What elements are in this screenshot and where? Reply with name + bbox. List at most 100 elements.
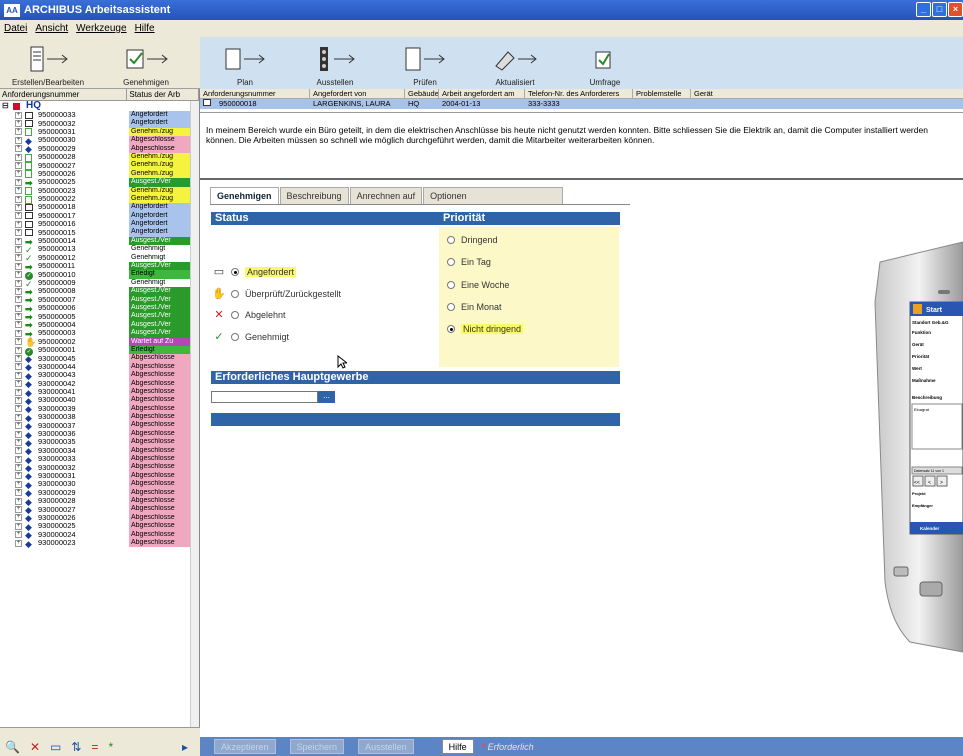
tree-scrollbar[interactable] (190, 101, 199, 731)
tab-description[interactable]: Beschreibung (279, 187, 349, 204)
approve-button[interactable]: Genehmigen (96, 37, 196, 89)
menu-hilfe[interactable]: Hilfe (135, 23, 155, 34)
help-button[interactable]: Hilfe (441, 739, 474, 754)
expand-toggle-icon[interactable]: + (15, 329, 22, 337)
tree-root[interactable]: ⊟ HQ (0, 101, 199, 111)
expand-toggle-icon[interactable]: + (15, 237, 22, 245)
menu-datei[interactable]: Datei (4, 23, 27, 34)
radio-reviewed[interactable] (231, 289, 239, 298)
save-button[interactable]: Speichern (289, 739, 345, 754)
expand-toggle-icon[interactable]: + (15, 120, 22, 128)
radio-urgent[interactable] (447, 236, 455, 244)
expand-toggle-icon[interactable]: + (15, 313, 22, 321)
priority-not-urgent[interactable]: Nicht dringend (443, 324, 524, 334)
expand-toggle-icon[interactable]: + (15, 371, 22, 379)
th-request-number[interactable]: Anforderungsnummer (200, 89, 310, 98)
trade-lookup-button[interactable]: ... (318, 391, 335, 403)
expand-toggle-icon[interactable]: + (15, 388, 22, 396)
expand-icon[interactable]: ▸ (182, 740, 188, 754)
expand-toggle-icon[interactable]: + (15, 489, 22, 497)
expand-toggle-icon[interactable]: + (15, 162, 22, 170)
expand-toggle-icon[interactable]: + (15, 363, 22, 371)
radio-rejected[interactable] (231, 310, 239, 319)
expand-toggle-icon[interactable]: + (15, 254, 22, 262)
folder-icon[interactable]: ▭ (50, 740, 61, 754)
check-button[interactable]: Prüfen (380, 37, 470, 89)
tab-approve[interactable]: Genehmigen (210, 187, 279, 204)
issue-button[interactable]: Ausstellen (290, 37, 380, 89)
col-request-number[interactable]: Anforderungsnummer (0, 89, 128, 100)
expand-toggle-icon[interactable]: + (15, 287, 22, 295)
close-icon[interactable]: × (948, 2, 963, 17)
expand-toggle-icon[interactable]: + (15, 380, 22, 388)
expand-toggle-icon[interactable]: + (15, 245, 22, 253)
survey-button[interactable]: Umfrage (560, 37, 650, 89)
expand-toggle-icon[interactable]: + (15, 480, 22, 488)
issue-bottom-button[interactable]: Ausstellen (358, 739, 414, 754)
tree-row[interactable]: +950000023 Genehm./zug (0, 186, 199, 196)
plan-button[interactable]: Plan (200, 37, 290, 89)
expand-toggle-icon[interactable]: + (15, 455, 22, 463)
expand-toggle-icon[interactable]: + (15, 212, 22, 220)
tree-row[interactable]: +950000018 Angefordert (0, 203, 199, 212)
radio-approved[interactable] (231, 332, 239, 341)
expand-toggle-icon[interactable]: + (15, 506, 22, 514)
expand-toggle-icon[interactable]: + (15, 321, 22, 329)
expand-toggle-icon[interactable]: + (15, 187, 22, 195)
expand-toggle-icon[interactable]: + (15, 346, 22, 354)
expand-toggle-icon[interactable]: + (15, 430, 22, 438)
th-phone[interactable]: Telefon-Nr. des Anforderers (525, 89, 633, 98)
tree-row[interactable]: + ➡ 950000025 Ausgest./Ver (0, 178, 199, 187)
priority-one-week[interactable]: Eine Woche (443, 280, 509, 290)
tree-row[interactable]: +950000027 Genehm./zug (0, 161, 199, 171)
tab-charge-to[interactable]: Anrechnen auf (349, 187, 423, 204)
expand-toggle-icon[interactable]: + (15, 438, 22, 446)
tab-options[interactable]: Optionen (423, 187, 564, 204)
expand-toggle-icon[interactable]: + (15, 178, 22, 186)
expand-toggle-icon[interactable]: + (15, 413, 22, 421)
tree-row[interactable]: + ◆ 950000029 Abgeschlosse (0, 144, 199, 154)
create-edit-button[interactable]: Erstellen/Bearbeiten (0, 37, 96, 89)
radio-requested[interactable] (231, 267, 239, 276)
tree-row[interactable]: +950000028 Genehm./zug (0, 152, 199, 162)
expand-toggle-icon[interactable]: + (15, 128, 22, 136)
menu-werkzeuge[interactable]: Werkzeuge (76, 23, 126, 34)
expand-toggle-icon[interactable]: + (15, 405, 22, 413)
th-building[interactable]: Gebäude (405, 89, 439, 98)
menu-ansicht[interactable]: Ansicht (35, 23, 68, 34)
expand-toggle-icon[interactable]: + (15, 279, 22, 287)
radio-one-day[interactable] (447, 258, 455, 266)
radio-one-month[interactable] (447, 303, 455, 311)
equals-icon[interactable]: = (91, 740, 98, 754)
expand-toggle-icon[interactable]: + (15, 514, 22, 522)
filter-clear-icon[interactable]: ✕ (30, 740, 40, 754)
th-problem-location[interactable]: Problemstelle (633, 89, 691, 98)
expand-toggle-icon[interactable]: + (15, 422, 22, 430)
radio-one-week[interactable] (447, 281, 455, 289)
expand-toggle-icon[interactable]: + (15, 170, 22, 178)
tree-row[interactable]: +950000016 Angefordert (0, 220, 199, 229)
table-row[interactable]: 950000018 LARGENKINS, LAURA HQ 2004-01-1… (200, 99, 963, 109)
tree-row[interactable]: + ✋ 950000002 Wartet auf Zu (0, 337, 199, 347)
expand-toggle-icon[interactable]: + (15, 464, 22, 472)
expand-toggle-icon[interactable]: + (15, 271, 22, 279)
priority-urgent[interactable]: Dringend (443, 235, 498, 245)
maximize-icon[interactable]: □ (932, 2, 947, 17)
expand-toggle-icon[interactable]: + (15, 531, 22, 539)
expand-toggle-icon[interactable]: + (15, 304, 22, 312)
th-requested-by[interactable]: Angefordert von (310, 89, 405, 98)
status-reviewed[interactable]: ✋ Überprüft/Zurückgestellt (211, 287, 341, 300)
tree-hscrollbar[interactable] (0, 727, 200, 737)
update-button[interactable]: Aktualisiert (470, 37, 560, 89)
expand-toggle-icon[interactable]: + (15, 203, 22, 211)
tree-row[interactable]: + ◆ 930000023 Abgeschlosse (0, 538, 199, 548)
expand-toggle-icon[interactable]: + (15, 111, 22, 119)
priority-one-month[interactable]: Ein Monat (443, 302, 502, 312)
tree-row[interactable]: +950000032 Angefordert (0, 119, 199, 128)
expand-toggle-icon[interactable]: + (15, 396, 22, 404)
expand-toggle-icon[interactable]: + (15, 472, 22, 480)
th-requested-date[interactable]: Arbeit angefordert am (439, 89, 525, 98)
status-approved[interactable]: ✓ Genehmigt (211, 330, 289, 343)
radio-not-urgent[interactable] (447, 325, 455, 333)
col-work-status[interactable]: Status der Arb (127, 89, 199, 100)
